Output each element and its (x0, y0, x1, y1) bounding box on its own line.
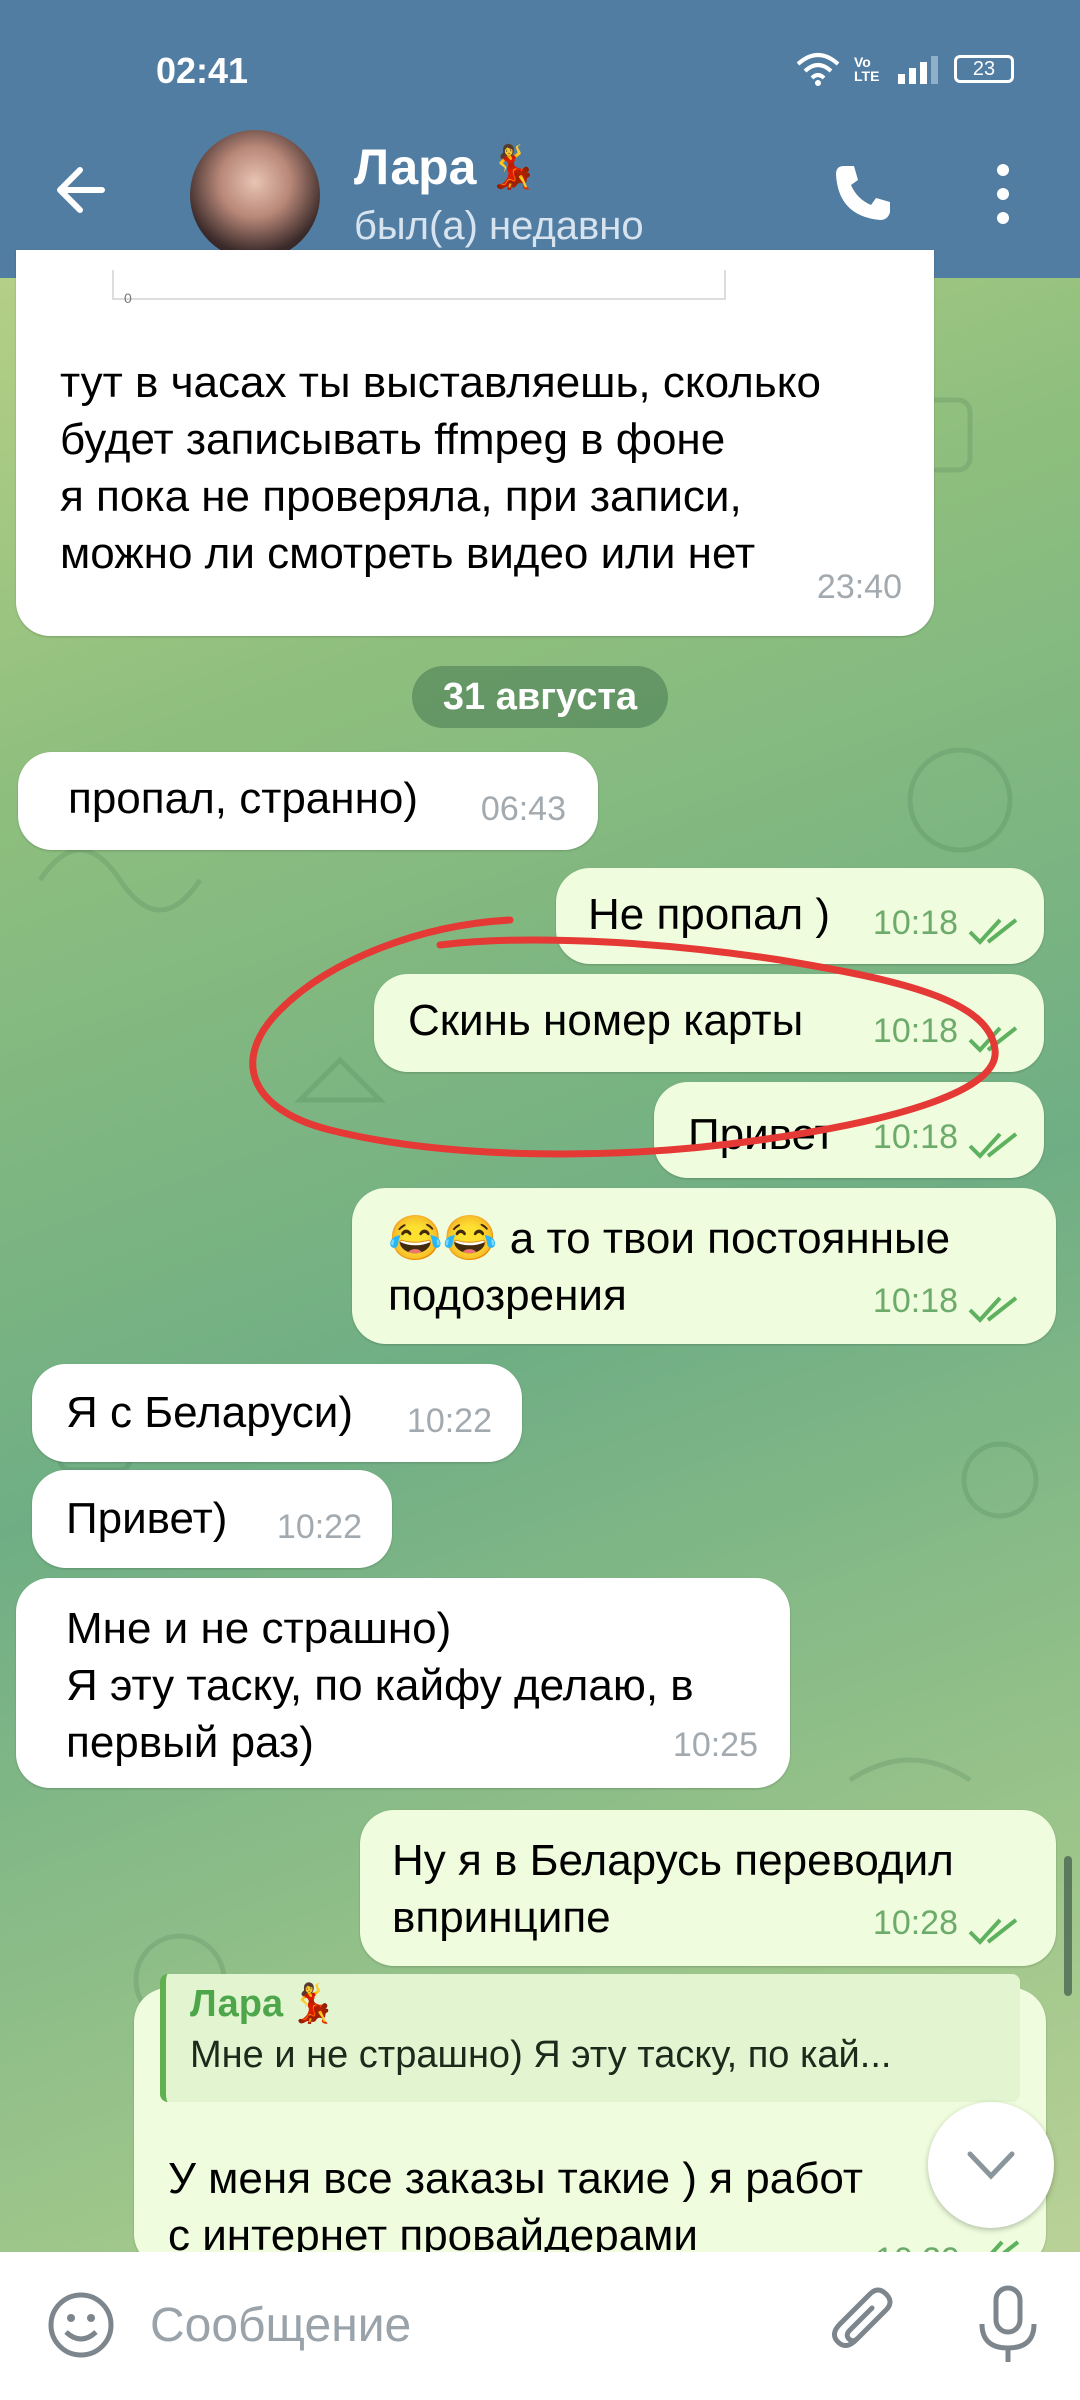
message-text: впринципе (392, 1893, 611, 1942)
message-input[interactable]: Сообщение (150, 2298, 411, 2353)
message-time: 10:18 (872, 1282, 958, 1320)
chevron-down-icon (967, 2151, 1015, 2180)
reply-message-body: У меня все заказы такие ) я работ с инте… (168, 2150, 948, 2252)
back-arrow-icon[interactable] (52, 160, 112, 220)
reply-author: Лара 💃 (190, 1982, 1020, 2026)
message-text: подозрения (388, 1271, 627, 1320)
message-text: Не пропал ) (588, 890, 831, 939)
dancer-emoji-icon: 💃 (486, 142, 539, 190)
message-time: 10:25 (672, 1726, 758, 1764)
contact-name[interactable]: Лара 💃 (354, 138, 539, 196)
battery-icon: 23 (954, 55, 1014, 83)
message-incoming[interactable]: Мне и не страшно) Я эту таску, по кайфу … (16, 1578, 790, 1788)
wifi-icon (796, 53, 840, 86)
message-text: Привет (688, 1110, 835, 1159)
message-incoming[interactable]: пропал, странно) 06:43 (18, 752, 598, 850)
reply-author-name: Лара (190, 1982, 284, 2025)
message-time: 10:22 (406, 1402, 492, 1440)
message-time: 23:40 (816, 568, 902, 606)
attached-preview: 0 (112, 270, 726, 306)
preview-label: 0 (124, 290, 132, 306)
message-text: пропал, странно) (68, 774, 419, 823)
message-time: 10:28 (872, 1904, 958, 1942)
message-text: Я эту таску, по кайфу делаю, в (66, 1661, 694, 1710)
phone-icon[interactable] (830, 160, 896, 226)
signal-icon (898, 56, 938, 84)
chat-header: 02:41 Vo LTE 23 Лара 💃 был(а) недавно (0, 0, 1080, 278)
dancer-emoji-icon: 💃 (289, 1983, 337, 2025)
emoji-icon[interactable] (46, 2290, 116, 2360)
message-text: Мне и не страшно) (66, 1604, 452, 1653)
reply-text: Мне и не страшно) Я эту таску, по кай... (190, 2034, 892, 2076)
message-outgoing[interactable]: Ну я в Беларусь переводил впринципе 10:2… (360, 1810, 1056, 1966)
date-divider: 31 августа (412, 666, 668, 728)
scroll-down-button[interactable] (928, 2102, 1054, 2228)
message-text: я пока не проверяла, при записи, (60, 472, 742, 521)
contact-status: был(а) недавно (354, 204, 644, 248)
message-text: с интернет провайдерами (168, 2211, 698, 2252)
message-incoming[interactable]: 0 тут в часах ты выставляешь, сколько бу… (16, 250, 934, 636)
message-text: Я с Беларуси) (66, 1388, 353, 1437)
message-time: 10:18 (872, 1012, 958, 1050)
scrollbar[interactable] (1064, 1856, 1072, 1996)
message-text: тут в часах ты выставляешь, сколько (60, 358, 821, 407)
message-text: будет записывать ffmpeg в фоне (60, 415, 726, 464)
message-incoming[interactable]: Привет) 10:22 (32, 1470, 392, 1568)
message-incoming[interactable]: Я с Беларуси) 10:22 (32, 1364, 522, 1462)
message-outgoing[interactable]: Не пропал ) 10:18 (556, 868, 1044, 964)
message-time: 06:43 (480, 790, 566, 828)
message-text: 😂😂 а то твои постоянные (388, 1214, 951, 1263)
message-time: 10:18 (872, 1118, 958, 1156)
reply-quote[interactable]: Лара 💃 Мне и не страшно) Я эту таску, по… (160, 1974, 1020, 2102)
read-ticks-icon (968, 918, 1018, 945)
more-menu-icon[interactable] (990, 162, 1016, 226)
avatar[interactable] (190, 130, 320, 260)
message-outgoing[interactable]: Скинь номер карты 10:18 (374, 974, 1044, 1072)
battery-level: 23 (972, 57, 996, 80)
message-text: Привет) (66, 1494, 228, 1543)
contact-name-text: Лара (354, 139, 477, 195)
message-text: можно ли смотреть видео или нет (60, 529, 756, 578)
message-text: Ну я в Беларусь переводил (392, 1836, 954, 1885)
message-time: 10:22 (276, 1508, 362, 1546)
status-time: 02:41 (156, 50, 249, 91)
read-ticks-icon (968, 1132, 1018, 1159)
read-ticks-icon (968, 1026, 1018, 1053)
volte-icon: Vo LTE (854, 54, 880, 84)
message-text: Скинь номер карты (408, 996, 804, 1045)
read-ticks-icon (968, 1918, 1018, 1945)
status-icons: Vo LTE 23 (796, 52, 1014, 86)
attach-icon[interactable] (826, 2284, 900, 2364)
microphone-icon[interactable] (972, 2284, 1044, 2366)
message-text: первый раз) (66, 1718, 314, 1767)
read-ticks-icon (968, 1296, 1018, 1323)
message-text: У меня все заказы такие ) я работ (168, 2154, 864, 2203)
message-outgoing[interactable]: Привет 10:18 (654, 1082, 1044, 1178)
message-time: 10:18 (872, 904, 958, 942)
message-outgoing[interactable]: 😂😂 а то твои постоянные подозрения 10:18 (352, 1188, 1056, 1344)
